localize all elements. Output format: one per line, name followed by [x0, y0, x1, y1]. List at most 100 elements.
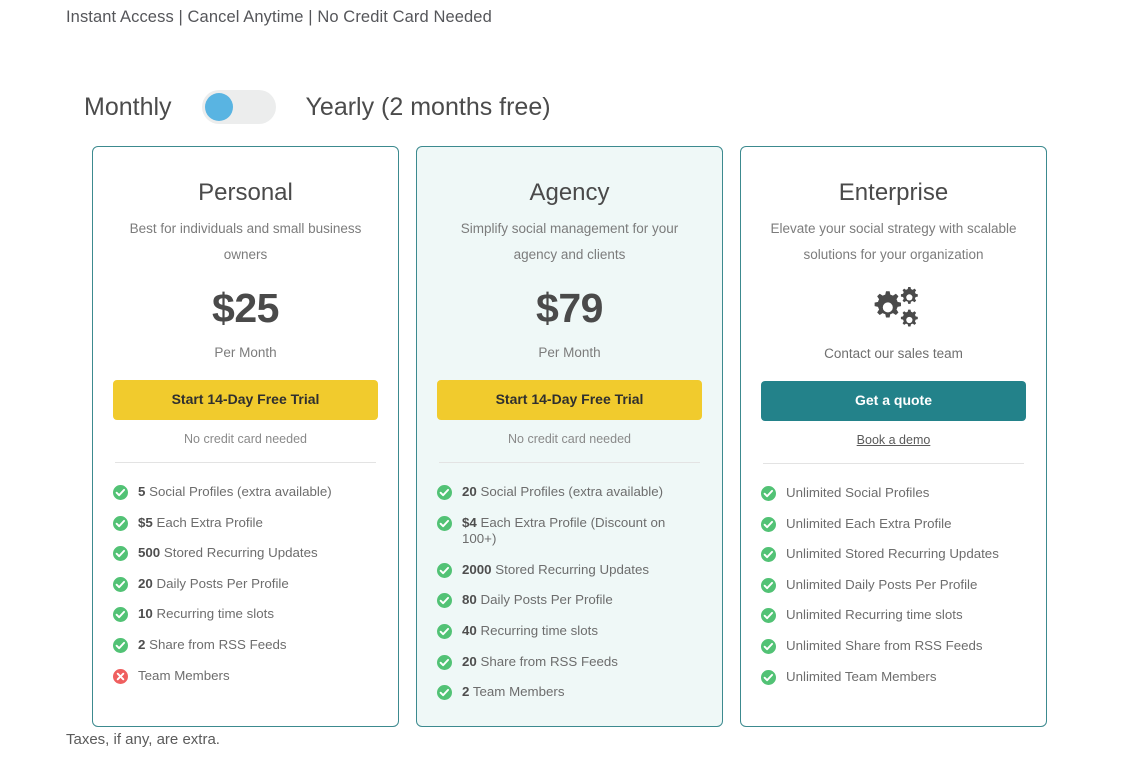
- plan-period: Per Month: [214, 345, 277, 361]
- plan-description: Elevate your social strategy with scalab…: [770, 220, 1017, 263]
- billing-monthly-label[interactable]: Monthly: [84, 93, 172, 122]
- feature-item: 40 Recurring time slots: [437, 616, 702, 647]
- feature-item: Unlimited Recurring time slots: [761, 600, 1026, 631]
- cross-circle-icon: [113, 668, 128, 684]
- feature-label: 80 Daily Posts Per Profile: [462, 592, 613, 608]
- feature-item: 80 Daily Posts Per Profile: [437, 585, 702, 616]
- feature-label: Team Members: [138, 667, 230, 683]
- feature-label: 2 Share from RSS Feeds: [138, 636, 287, 652]
- plan-cta-note: No credit card needed: [508, 431, 631, 446]
- feature-value: 5: [138, 483, 146, 499]
- plan-cta-note: Book a demo: [761, 433, 1026, 449]
- check-circle-icon: [113, 576, 128, 592]
- book-a-demo-link[interactable]: Book a demo: [857, 433, 931, 447]
- feature-item: $4 Each Extra Profile (Discount on 100+): [437, 508, 702, 555]
- feature-label: Unlimited Share from RSS Feeds: [786, 637, 983, 653]
- pricing-card-enterprise: Enterprise Elevate your social strategy …: [740, 146, 1047, 727]
- billing-toggle-knob[interactable]: [204, 93, 233, 121]
- billing-toggle[interactable]: [201, 90, 276, 124]
- feature-item: 5 Social Profiles (extra available): [113, 477, 378, 508]
- check-circle-icon: [113, 607, 128, 623]
- check-circle-icon: [437, 484, 452, 500]
- feature-label: Unlimited Daily Posts Per Profile: [786, 576, 978, 592]
- feature-item: Unlimited Team Members: [761, 662, 1026, 693]
- feature-item: 20 Social Profiles (extra available): [437, 477, 702, 508]
- feature-item: Unlimited Each Extra Profile: [761, 509, 1026, 540]
- pricing-cards: Personal Best for individuals and small …: [92, 146, 1047, 727]
- check-circle-icon: [761, 485, 776, 501]
- plan-contact-line: Contact our sales team: [824, 346, 963, 362]
- feature-label: $5 Each Extra Profile: [138, 514, 263, 530]
- feature-label: Unlimited Team Members: [786, 668, 937, 684]
- feature-item: Unlimited Share from RSS Feeds: [761, 631, 1026, 662]
- feature-item: Unlimited Stored Recurring Updates: [761, 539, 1026, 570]
- check-circle-icon: [437, 685, 452, 701]
- gears-icon: [761, 282, 1026, 332]
- get-a-quote-button[interactable]: Get a quote: [761, 381, 1026, 421]
- check-circle-icon: [437, 593, 452, 609]
- feature-label: Unlimited Recurring time slots: [786, 607, 963, 623]
- feature-value: 80: [462, 592, 477, 608]
- check-circle-icon: [113, 637, 128, 653]
- feature-label: Unlimited Stored Recurring Updates: [786, 546, 999, 562]
- plan-name: Enterprise: [838, 179, 949, 206]
- check-circle-icon: [761, 638, 776, 654]
- feature-value: 40: [462, 622, 477, 638]
- check-circle-icon: [113, 546, 128, 562]
- feature-label: Unlimited Social Profiles: [786, 484, 930, 500]
- check-circle-icon: [113, 515, 128, 531]
- feature-value: 2000: [462, 561, 492, 577]
- feature-item: 20 Share from RSS Feeds: [437, 647, 702, 678]
- feature-value: 2: [138, 636, 146, 652]
- feature-item: 2 Team Members: [437, 677, 702, 708]
- check-circle-icon: [761, 608, 776, 624]
- feature-value: 20: [138, 575, 153, 591]
- feature-label: 2000 Stored Recurring Updates: [462, 561, 650, 577]
- start-free-trial-button[interactable]: Start 14-Day Free Trial: [113, 380, 378, 420]
- check-circle-icon: [761, 547, 776, 563]
- card-divider: [763, 462, 1024, 464]
- feature-item: $5 Each Extra Profile: [113, 508, 378, 539]
- pricing-card-personal: Personal Best for individuals and small …: [92, 146, 399, 727]
- feature-label: Unlimited Each Extra Profile: [786, 515, 952, 531]
- feature-item: 2 Share from RSS Feeds: [113, 630, 378, 661]
- plan-feature-list: 5 Social Profiles (extra available) $5 Ea…: [113, 473, 378, 691]
- feature-label: 20 Daily Posts Per Profile: [138, 575, 289, 591]
- card-divider: [439, 461, 700, 463]
- plan-description: Best for individuals and small business …: [129, 220, 362, 263]
- billing-period-switcher: Monthly Yearly (2 months free): [84, 86, 551, 128]
- feature-value: $5: [138, 514, 153, 530]
- feature-label: $4 Each Extra Profile (Discount on 100+): [462, 514, 666, 547]
- check-circle-icon: [761, 516, 776, 532]
- feature-value: 20: [462, 483, 477, 499]
- card-divider: [115, 461, 376, 463]
- feature-label: 10 Recurring time slots: [138, 606, 274, 622]
- feature-item: Team Members: [113, 661, 378, 692]
- plan-description: Simplify social management for your agen…: [460, 220, 679, 263]
- start-free-trial-button[interactable]: Start 14-Day Free Trial: [437, 380, 702, 420]
- feature-label: 500 Stored Recurring Updates: [138, 545, 318, 561]
- plan-feature-list: Unlimited Social Profiles Unlimited Each …: [761, 474, 1026, 692]
- feature-label: 20 Share from RSS Feeds: [462, 653, 618, 669]
- feature-value: 10: [138, 606, 153, 622]
- feature-label: 20 Social Profiles (extra available): [462, 483, 664, 499]
- check-circle-icon: [437, 515, 452, 531]
- feature-value: 20: [462, 653, 477, 669]
- plan-feature-list: 20 Social Profiles (extra available) $4 E…: [437, 473, 702, 708]
- plan-name: Personal: [198, 179, 293, 206]
- feature-item: Unlimited Daily Posts Per Profile: [761, 570, 1026, 601]
- feature-label: 40 Recurring time slots: [462, 622, 598, 638]
- feature-item: Unlimited Social Profiles: [761, 478, 1026, 509]
- billing-yearly-label[interactable]: Yearly (2 months free): [306, 93, 551, 122]
- plan-price: $79: [536, 285, 603, 332]
- check-circle-icon: [761, 669, 776, 685]
- tax-footnote: Taxes, if any, are extra.: [66, 731, 220, 748]
- feature-value: 500: [138, 545, 161, 561]
- feature-item: 500 Stored Recurring Updates: [113, 538, 378, 569]
- plan-name: Agency: [529, 179, 610, 206]
- check-circle-icon: [437, 562, 452, 578]
- plan-price: $25: [212, 285, 279, 332]
- check-circle-icon: [113, 484, 128, 500]
- check-circle-icon: [437, 654, 452, 670]
- plan-period: Per Month: [538, 345, 601, 361]
